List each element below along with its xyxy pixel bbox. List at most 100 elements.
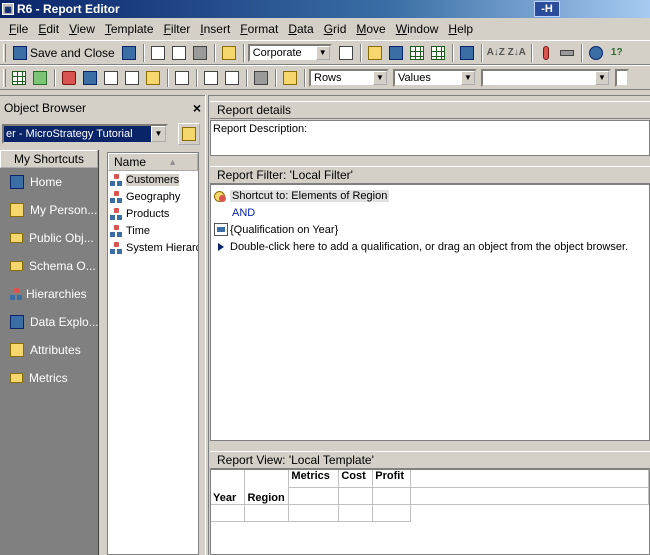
menu-insert[interactable]: Insert (195, 22, 235, 36)
grid-view-button[interactable] (9, 68, 29, 88)
menu-filter[interactable]: Filter (159, 22, 196, 36)
metric-header-cell[interactable]: Profit (372, 470, 412, 488)
shortcut-schema-objects[interactable]: Schema O... (0, 252, 98, 280)
shortcut-data-explorer[interactable]: Data Explo... (0, 308, 98, 336)
list-item[interactable]: Customers (108, 171, 198, 188)
calendar-button[interactable] (428, 43, 448, 63)
menu-move[interactable]: Move (351, 22, 390, 36)
report-grid[interactable]: Year Region Metrics Cost Profit (210, 469, 650, 555)
shortcut-label: Attributes (30, 343, 81, 357)
shortcut-home[interactable]: Home (0, 168, 98, 196)
shortcut-public-objects[interactable]: Public Obj... (0, 224, 98, 252)
style-combo[interactable]: Corporate ▼ (247, 43, 332, 62)
menu-file[interactable]: File (4, 22, 33, 36)
list-item[interactable]: Time (108, 222, 198, 239)
toolbar-separator (530, 43, 533, 62)
report-filter-pane[interactable]: Shortcut to: Elements of Region AND {Qua… (210, 184, 650, 441)
subtotals-button[interactable] (557, 43, 577, 63)
values-combo[interactable]: Values ▼ (393, 68, 477, 87)
extra-combo[interactable]: ▼ (481, 68, 611, 87)
zoom-button[interactable] (201, 68, 221, 88)
banding-button[interactable] (386, 43, 406, 63)
sql-view-button[interactable] (101, 68, 121, 88)
row-header-cell[interactable]: Region (244, 470, 290, 505)
chevron-down-icon[interactable]: ▼ (151, 126, 166, 142)
shortcut-my-personal-objects[interactable]: My Person... (0, 196, 98, 224)
sort-arrow-icon: ▲ (168, 157, 177, 167)
arrow-right-icon (218, 242, 224, 251)
extra-combo-2[interactable] (615, 68, 629, 87)
print-preview-icon (171, 45, 186, 60)
menu-window[interactable]: Window (391, 22, 444, 36)
print-button[interactable] (190, 43, 210, 63)
chevron-down-icon[interactable]: ▼ (461, 70, 475, 85)
chevron-down-icon[interactable]: ▼ (595, 70, 609, 85)
report-details-header[interactable]: Report details (210, 101, 650, 119)
shortcut-hierarchies[interactable]: Hierarchies (0, 280, 98, 308)
chevron-down-icon[interactable]: ▼ (315, 45, 330, 60)
menu-edit[interactable]: Edit (33, 22, 64, 36)
sort-ascending-button[interactable]: A↓Z (486, 43, 506, 63)
format-button[interactable] (336, 43, 356, 63)
page-button[interactable] (172, 68, 192, 88)
row-header-cell[interactable]: Year (211, 470, 246, 505)
print-preview-button[interactable] (169, 43, 189, 63)
design-view-button[interactable] (59, 68, 79, 88)
taskbar-badge[interactable]: -H (534, 1, 560, 17)
graph-view-button[interactable] (30, 68, 50, 88)
columns-button[interactable] (407, 43, 427, 63)
menu-format[interactable]: Format (235, 22, 283, 36)
metric-header-cell[interactable]: Cost (338, 470, 374, 488)
object-button[interactable] (251, 68, 271, 88)
title-bar: ▦ R6 - Report Editor -H (0, 0, 650, 18)
shortcut-attributes[interactable]: Attributes (0, 336, 98, 364)
filter-qualification-2[interactable]: {Qualification on Year} (214, 221, 646, 238)
empty-cell (288, 487, 340, 505)
filter-qualification-1[interactable]: Shortcut to: Elements of Region (214, 187, 646, 204)
outline-button[interactable] (365, 43, 385, 63)
swap-button[interactable] (280, 68, 300, 88)
grid-graph-button[interactable] (80, 68, 100, 88)
report-description-box[interactable]: Report Description: (210, 120, 650, 156)
toolbar-grip[interactable] (3, 43, 6, 62)
metrics-header-cell[interactable]: Metrics (288, 470, 340, 488)
properties-button[interactable] (219, 43, 239, 63)
plus-circle-icon (588, 45, 603, 60)
rows-combo[interactable]: Rows ▼ (309, 68, 389, 87)
chevron-down-icon[interactable]: ▼ (373, 70, 387, 85)
drill-button[interactable] (536, 43, 556, 63)
up-one-level-button[interactable] (178, 123, 200, 145)
save-button[interactable] (119, 43, 139, 63)
sort-descending-button[interactable]: Z↓A (507, 43, 527, 63)
help-button[interactable]: 1? (607, 43, 627, 63)
my-shortcuts-header[interactable]: My Shortcuts (0, 150, 98, 168)
project-dropdown[interactable]: er - MicroStrategy Tutorial ▼ (2, 124, 168, 144)
shortcut-metrics[interactable]: Metrics (0, 364, 98, 392)
report-view-header[interactable]: Report View: 'Local Template' (210, 451, 650, 469)
menu-help[interactable]: Help (443, 22, 478, 36)
filter-operator[interactable]: AND (214, 204, 646, 221)
toolbar-grip[interactable] (3, 68, 6, 87)
folder-icon (10, 261, 23, 271)
list-item[interactable]: Geography (108, 188, 198, 205)
add-qualification-hint[interactable]: Double-click here to add a qualification… (214, 238, 646, 255)
find-button[interactable] (457, 43, 477, 63)
menu-view[interactable]: View (64, 22, 100, 36)
my-personal-objects-icon (10, 203, 24, 217)
report-filter-header[interactable]: Report Filter: 'Local Filter' (210, 166, 650, 184)
save-and-close-button[interactable]: Save and Close (9, 43, 119, 63)
export-button[interactable] (222, 68, 242, 88)
name-column-header[interactable]: Name ▲ (108, 153, 198, 171)
close-icon[interactable]: × (193, 100, 201, 116)
menu-data[interactable]: Data (283, 22, 318, 36)
style-combo-value: Corporate (252, 46, 302, 59)
notes-button[interactable] (143, 68, 163, 88)
open-book-button[interactable] (148, 43, 168, 63)
list-item[interactable]: Products (108, 205, 198, 222)
menu-grid[interactable]: Grid (319, 22, 352, 36)
add-button[interactable] (586, 43, 606, 63)
vertical-splitter[interactable] (205, 95, 209, 555)
menu-template[interactable]: Template (100, 22, 159, 36)
filter-view-button[interactable] (122, 68, 142, 88)
list-item[interactable]: System Hierarchy (108, 239, 198, 256)
